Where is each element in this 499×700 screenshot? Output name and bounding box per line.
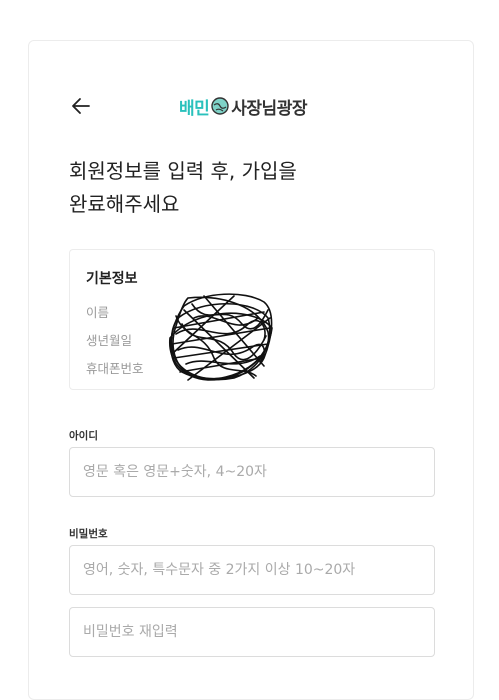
- password-label: 비밀번호: [69, 528, 108, 540]
- password-input[interactable]: [69, 545, 435, 595]
- basic-info-heading: 기본정보: [86, 271, 138, 287]
- birth-label: 생년월일: [86, 333, 133, 348]
- globe-hands-icon: [211, 97, 229, 115]
- page-title-line-2: 완료해주세요: [69, 192, 180, 216]
- phone-label: 휴대폰번호: [86, 361, 144, 376]
- id-label: 아이디: [69, 430, 98, 442]
- logo-brand-text: 배민: [179, 98, 210, 119]
- signup-card: 배민 사장님광장 회원정보를 입력 후, 가입을 완료해주세요 기본정보 이름 …: [28, 40, 474, 700]
- redaction-scribble: [169, 293, 273, 381]
- arrow-left-icon[interactable]: [69, 94, 93, 118]
- name-label: 이름: [86, 305, 110, 320]
- page-title-line-1: 회원정보를 입력 후, 가입을: [69, 159, 297, 183]
- logo-rest-text: 사장님광장: [231, 98, 307, 119]
- logo: 배민 사장님광장: [179, 93, 307, 119]
- page-title: 회원정보를 입력 후, 가입을 완료해주세요: [69, 155, 369, 221]
- password-confirm-input[interactable]: [69, 607, 435, 657]
- id-input[interactable]: [69, 447, 435, 497]
- basic-info-box: 기본정보 이름 생년월일 휴대폰번호: [69, 249, 435, 390]
